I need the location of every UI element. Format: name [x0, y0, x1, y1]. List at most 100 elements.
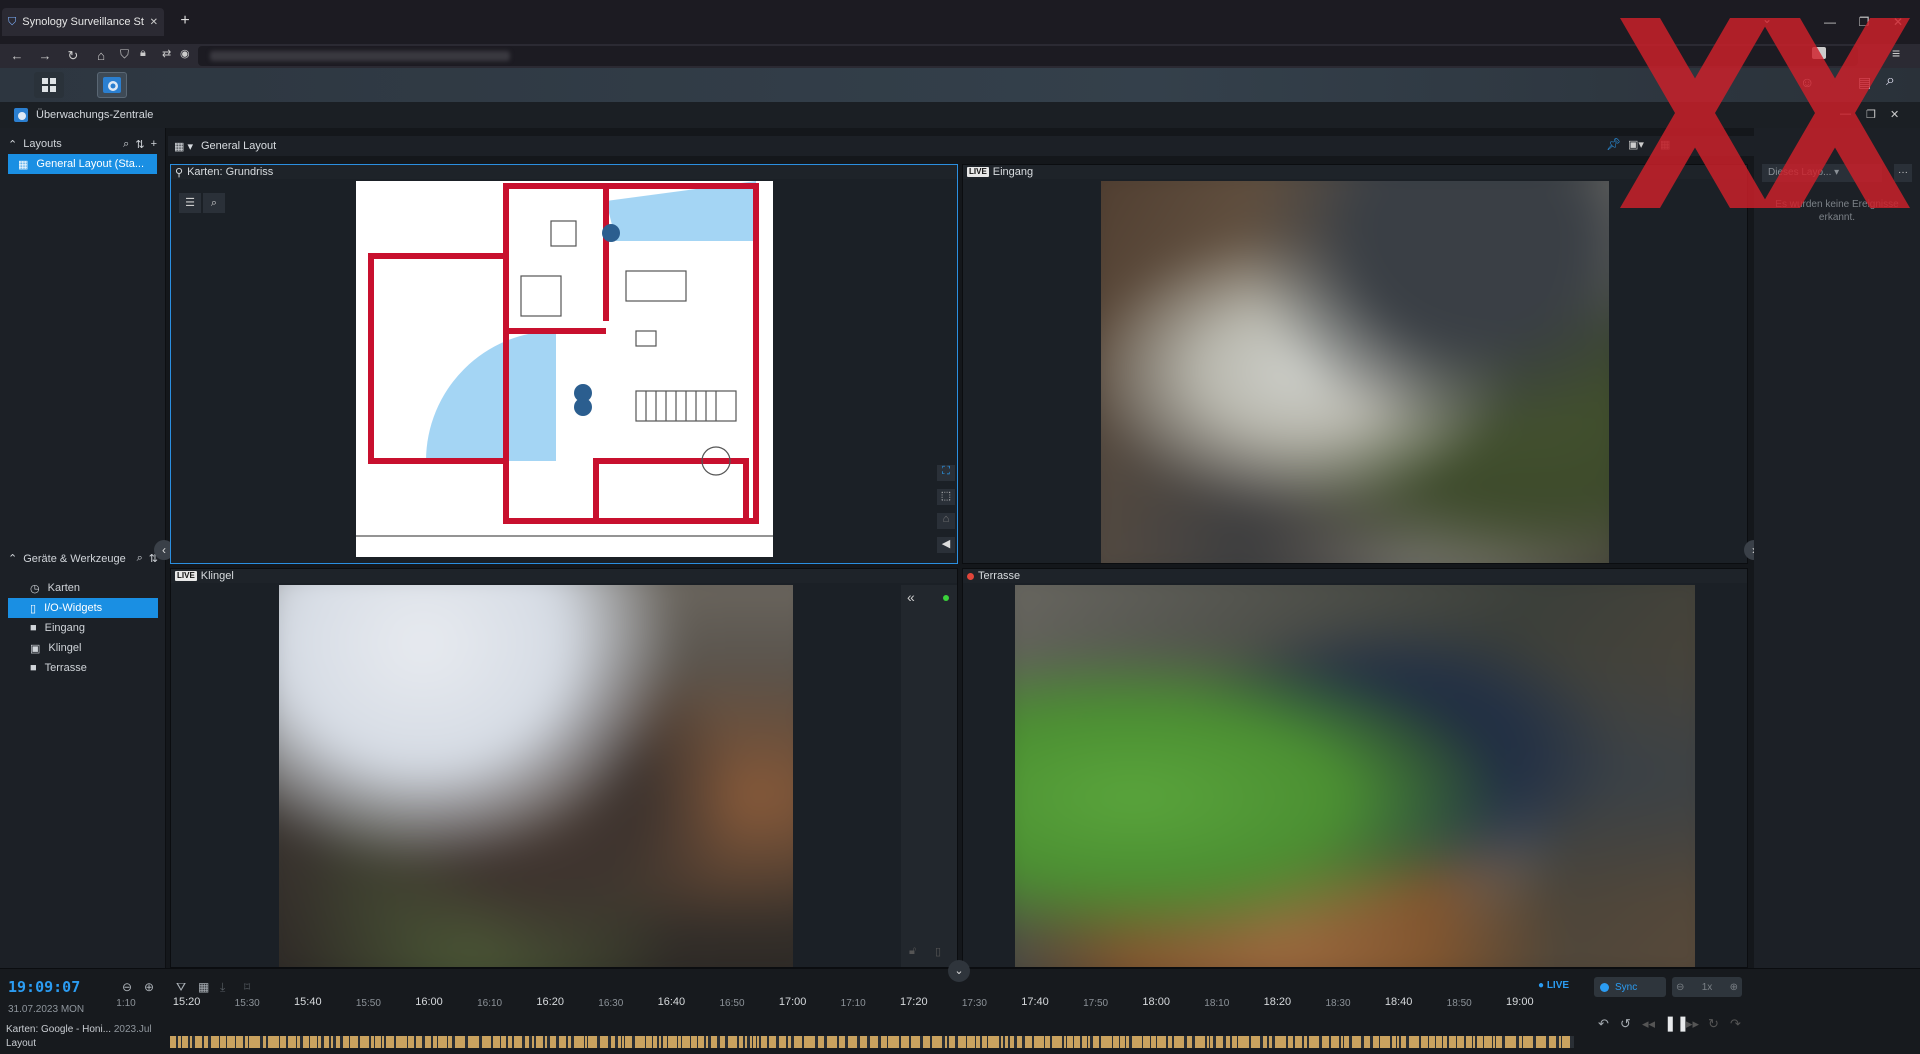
recording-segment[interactable] — [1466, 1036, 1472, 1048]
recording-segment[interactable] — [839, 1036, 845, 1048]
recording-segment[interactable] — [611, 1036, 615, 1048]
recording-segment[interactable] — [263, 1036, 266, 1048]
back-icon[interactable]: ← — [8, 47, 26, 65]
recording-segment[interactable] — [1001, 1036, 1003, 1048]
filter-icon[interactable]: ⛛ — [176, 980, 186, 995]
recording-segment[interactable] — [761, 1036, 767, 1048]
recording-segment[interactable] — [182, 1036, 188, 1048]
recording-segment[interactable] — [1536, 1036, 1546, 1048]
recording-segment[interactable] — [901, 1036, 909, 1048]
recording-segment[interactable] — [668, 1036, 677, 1048]
recording-segment[interactable] — [268, 1036, 279, 1048]
recording-segment[interactable] — [750, 1036, 752, 1048]
recording-segment[interactable] — [860, 1036, 867, 1048]
recording-segment[interactable] — [794, 1036, 802, 1048]
door-icon[interactable]: ▯ — [935, 945, 941, 958]
pin-icon[interactable]: 📌︎ — [1606, 137, 1621, 151]
recording-segment[interactable] — [1392, 1036, 1396, 1048]
recording-segment[interactable] — [1288, 1036, 1293, 1048]
map-search-button[interactable]: ⌕ — [203, 193, 225, 213]
recording-segment[interactable] — [1523, 1036, 1533, 1048]
search-icon[interactable]: ⌕ — [137, 552, 143, 565]
recording-segment[interactable] — [1344, 1036, 1349, 1048]
select-area-button[interactable]: ⬚ — [937, 489, 955, 505]
home-view-button[interactable]: ⌂ — [937, 513, 955, 529]
recording-segment[interactable] — [745, 1036, 747, 1048]
recording-segment[interactable] — [245, 1036, 248, 1048]
recording-segment[interactable] — [757, 1036, 759, 1048]
recording-segment[interactable] — [1132, 1036, 1142, 1048]
recording-segment[interactable] — [1067, 1036, 1073, 1048]
cell-terrasse[interactable]: Terrasse — [962, 568, 1748, 968]
recording-segment[interactable] — [360, 1036, 369, 1048]
recording-segment[interactable] — [382, 1036, 384, 1048]
recording-segment[interactable] — [1226, 1036, 1230, 1048]
recording-segment[interactable] — [568, 1036, 571, 1048]
recording-segment[interactable] — [1064, 1036, 1066, 1048]
recording-segment[interactable] — [1519, 1036, 1522, 1048]
recording-segment[interactable] — [1010, 1036, 1014, 1048]
permissions-icon[interactable]: ⇄ — [162, 47, 171, 60]
recording-segment[interactable] — [408, 1036, 414, 1048]
recording-segment[interactable] — [336, 1036, 340, 1048]
recording-segment[interactable] — [1238, 1036, 1249, 1048]
recording-segment[interactable] — [1174, 1036, 1184, 1048]
speed-down-icon[interactable]: ⊖ — [1676, 982, 1684, 993]
recording-segment[interactable] — [848, 1036, 857, 1048]
map-list-button[interactable]: ☰ — [179, 193, 201, 213]
recording-segment[interactable] — [532, 1036, 534, 1048]
recording-segment[interactable] — [482, 1036, 491, 1048]
recording-segment[interactable] — [1493, 1036, 1495, 1048]
recording-segment[interactable] — [1025, 1036, 1032, 1048]
recording-segment[interactable] — [343, 1036, 349, 1048]
tracking-shield-icon[interactable]: ⛉ — [120, 47, 129, 62]
recording-segment[interactable] — [698, 1036, 704, 1048]
recording-segment[interactable] — [1195, 1036, 1205, 1048]
recording-segment[interactable] — [350, 1036, 358, 1048]
recording-segment[interactable] — [728, 1036, 737, 1048]
recording-segment[interactable] — [1496, 1036, 1502, 1048]
recording-segment[interactable] — [1436, 1036, 1442, 1048]
lock-icon[interactable]: 🔓︎ — [909, 945, 916, 958]
recording-segment[interactable] — [227, 1036, 235, 1048]
recording-segment[interactable] — [888, 1036, 899, 1048]
recording-segment[interactable] — [438, 1036, 447, 1048]
recording-segment[interactable] — [691, 1036, 697, 1048]
sort-icon[interactable]: ⇅ — [135, 138, 144, 151]
recording-segment[interactable] — [574, 1036, 584, 1048]
recording-segment[interactable] — [1187, 1036, 1192, 1048]
recording-segment[interactable] — [1269, 1036, 1272, 1048]
recording-segment[interactable] — [508, 1036, 512, 1048]
recording-segment[interactable] — [1443, 1036, 1447, 1048]
layouts-section-header[interactable]: ⌃ Layouts ⌕ ⇅ + — [0, 134, 165, 154]
recording-segment[interactable] — [1207, 1036, 1209, 1048]
recording-segment[interactable] — [396, 1036, 407, 1048]
recording-segment[interactable] — [425, 1036, 431, 1048]
device-item-karten[interactable]: ◷ Karten — [0, 578, 166, 598]
recording-segment[interactable] — [585, 1036, 587, 1048]
recording-segment[interactable] — [220, 1036, 226, 1048]
location-icon[interactable]: ◉ — [180, 47, 190, 60]
recording-segment[interactable] — [618, 1036, 621, 1048]
recording-segment[interactable] — [804, 1036, 815, 1048]
recording-segment[interactable] — [288, 1036, 296, 1048]
recording-segment[interactable] — [1401, 1036, 1406, 1048]
recording-segment[interactable] — [550, 1036, 556, 1048]
recording-segment[interactable] — [646, 1036, 652, 1048]
recording-segment[interactable] — [625, 1036, 632, 1048]
recording-segment[interactable] — [769, 1036, 776, 1048]
recording-segment[interactable] — [1562, 1036, 1570, 1048]
recording-segment[interactable] — [170, 1036, 176, 1048]
recording-segment[interactable] — [923, 1036, 930, 1048]
recording-segment[interactable] — [1275, 1036, 1286, 1048]
layout-grid-icon[interactable]: ▦ ▾ — [174, 140, 193, 153]
recording-segment[interactable] — [448, 1036, 452, 1048]
recording-segment[interactable] — [1473, 1036, 1475, 1048]
recording-segment[interactable] — [663, 1036, 667, 1048]
recording-segment[interactable] — [1113, 1036, 1119, 1048]
recording-segment[interactable] — [1409, 1036, 1419, 1048]
recording-segment[interactable] — [371, 1036, 374, 1048]
recording-segment[interactable] — [1216, 1036, 1223, 1048]
download-icon[interactable]: ⤓ — [220, 980, 225, 995]
zoom-out-icon[interactable]: ⊖ — [122, 980, 132, 994]
